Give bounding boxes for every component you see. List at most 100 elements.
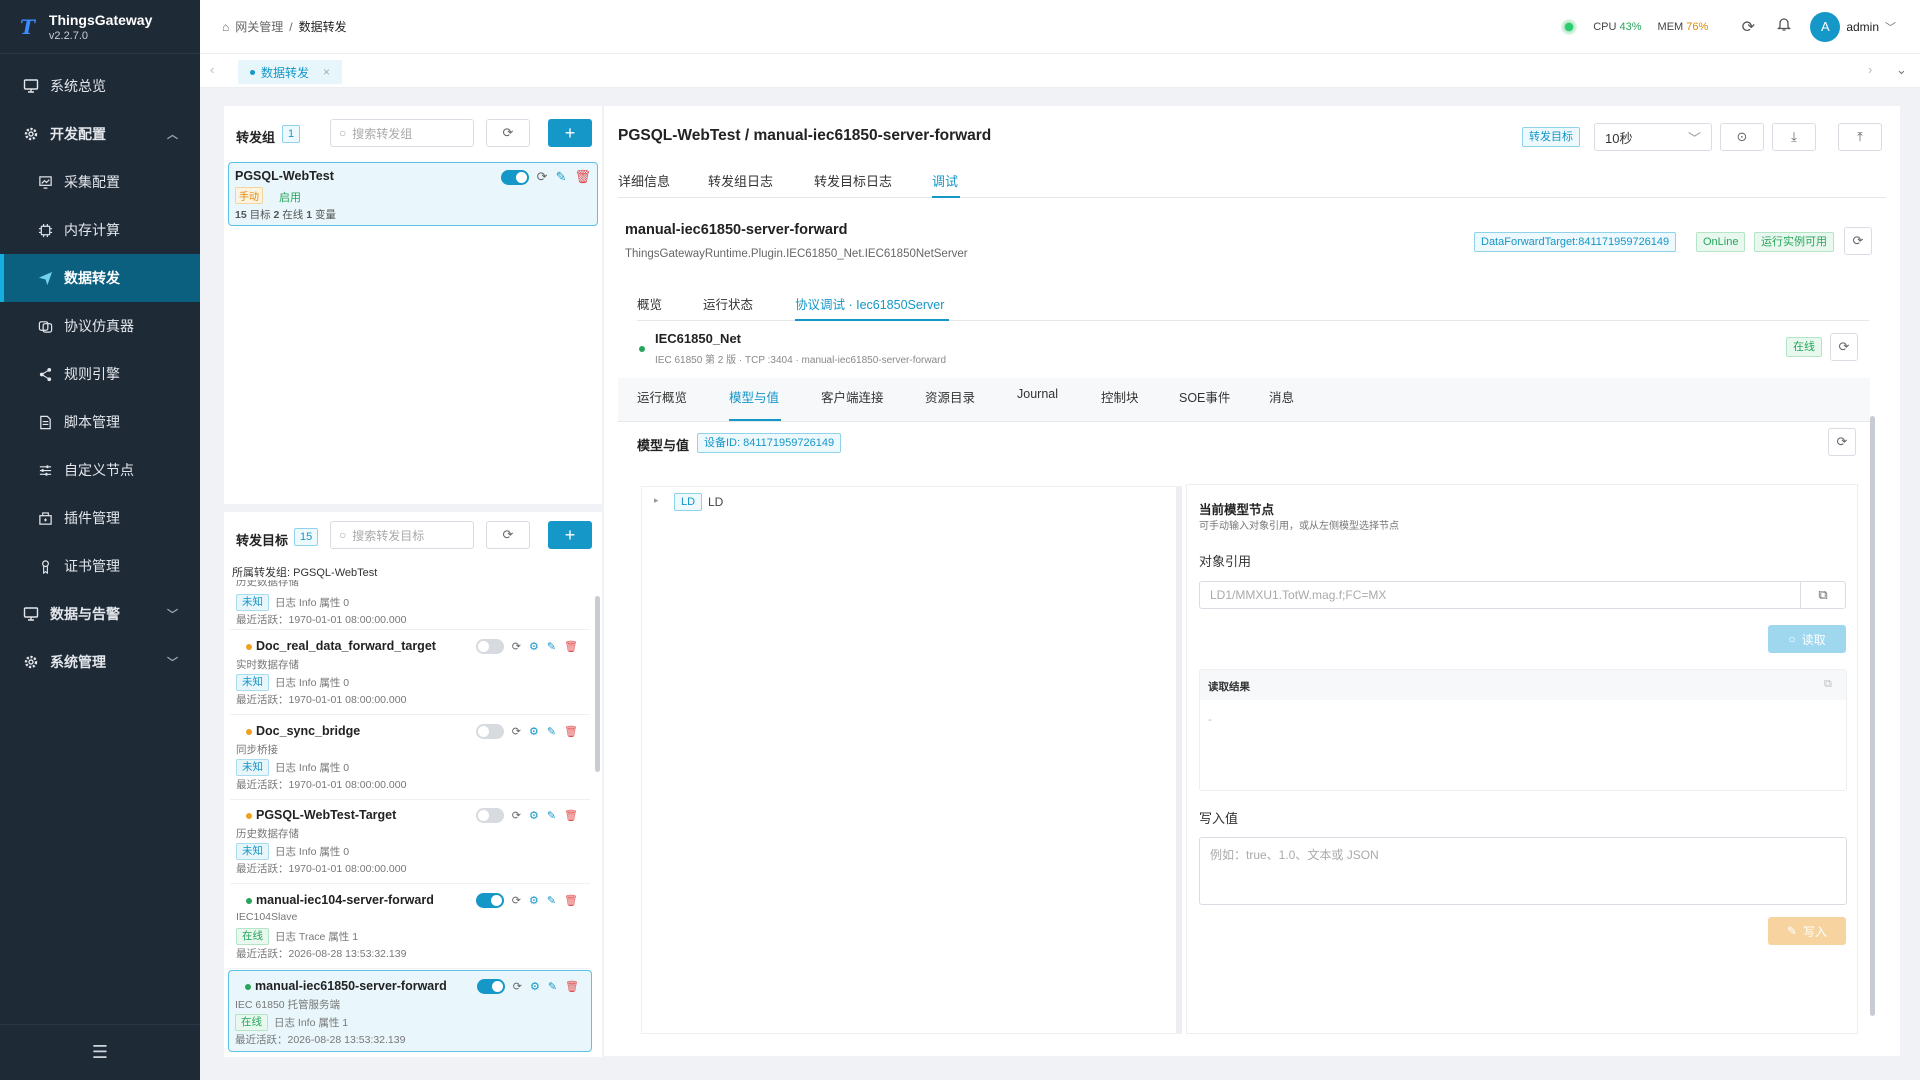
tabs-menu-icon[interactable]: ⌄ — [1896, 62, 1907, 78]
delete-icon[interactable]: 🗑 — [574, 169, 591, 185]
edit-icon[interactable]: ✎ — [548, 980, 557, 993]
refresh-icon[interactable]: ⟳ — [513, 980, 522, 993]
user-menu[interactable]: A admin ﹀ — [1810, 11, 1896, 42]
settings-icon[interactable]: ⚙ — [530, 980, 540, 993]
nav-item-data-alarm[interactable]: 数据与告警 ﹀ — [0, 590, 200, 638]
groups-refresh-button[interactable]: ⟳ — [486, 119, 530, 147]
page-tab-forward[interactable]: 数据转发 × — [238, 60, 343, 84]
proto-tab-soe[interactable]: SOE事件 — [1179, 387, 1230, 406]
nav-item-scripts[interactable]: 脚本管理 — [0, 398, 200, 446]
tabs-prev-icon[interactable]: ‹ — [210, 62, 214, 77]
proto-tab-control-blocks[interactable]: 控制块 — [1101, 387, 1139, 406]
group-card[interactable]: PGSQL-WebTest 手动 启用 15 目标 2 在线 1 变量 ⟳ ✎ … — [228, 162, 598, 226]
delete-icon[interactable]: 🗑 — [564, 894, 578, 907]
delete-icon[interactable]: 🗑 — [564, 809, 578, 822]
proto-tab-messages[interactable]: 消息 — [1269, 387, 1294, 406]
target-enable-toggle[interactable] — [475, 724, 504, 739]
write-button[interactable]: ✎ 写入 — [1768, 917, 1846, 945]
interval-select[interactable]: 10秒 ﹀ — [1594, 123, 1712, 151]
nav-item-simulator[interactable]: 协议仿真器 — [0, 302, 200, 350]
edit-icon[interactable]: ✎ — [547, 809, 556, 822]
refresh-icon[interactable]: ⟳ — [512, 894, 521, 907]
proto-tab-clients[interactable]: 客户端连接 — [821, 387, 884, 406]
stat-online: 2 — [273, 209, 280, 221]
proto-tab-journal[interactable]: Journal — [1017, 387, 1058, 401]
refresh-icon[interactable]: ⟳ — [537, 169, 548, 185]
nav-item-forward[interactable]: 数据转发 — [0, 254, 200, 302]
upload-button[interactable]: ⤒ — [1838, 123, 1882, 151]
nav-item-rules[interactable]: 规则引擎 — [0, 350, 200, 398]
proto-tab-files[interactable]: 资源目录 — [925, 387, 975, 406]
edit-icon[interactable]: ✎ — [547, 725, 556, 738]
tab-debug[interactable]: 调试 — [932, 171, 958, 190]
target-item[interactable]: manual-iec104-server-forward IEC104Slave 在… — [230, 885, 590, 969]
tab-group-log[interactable]: 转发组日志 — [708, 171, 773, 190]
edit-icon[interactable]: ✎ — [547, 894, 556, 907]
groups-search[interactable]: ○ 搜索转发组 — [330, 119, 474, 147]
ref-input[interactable]: LD1/MMXU1.TotW.mag.f;FC=MX — [1199, 581, 1801, 609]
plugin-refresh-button[interactable]: ⟳ — [1844, 227, 1872, 255]
targets-search[interactable]: ○ 搜索转发目标 — [330, 521, 474, 549]
stop-button[interactable]: ⊙ — [1720, 123, 1764, 151]
status-badge: 在线 — [236, 928, 269, 945]
nav-item-system[interactable]: 系统管理 ﹀ — [0, 638, 200, 686]
target-item-partial[interactable]: 历史数据存储 未知 日志 Info 属性 0 最近活跃：1970-01-01 0… — [230, 580, 590, 630]
tab-target-log[interactable]: 转发目标日志 — [814, 171, 892, 190]
proto-tab-overview[interactable]: 运行概览 — [637, 387, 687, 406]
targets-scrollbar[interactable] — [595, 596, 600, 772]
target-enable-toggle[interactable] — [475, 639, 504, 654]
bell-icon[interactable] — [1774, 16, 1794, 37]
nav-item-memory[interactable]: 内存计算 — [0, 206, 200, 254]
target-enable-toggle[interactable] — [475, 893, 504, 908]
nav-item-overview[interactable]: 系统总览 — [0, 62, 200, 110]
server-refresh-button[interactable]: ⟳ — [1830, 333, 1858, 361]
edit-icon[interactable]: ✎ — [556, 169, 567, 185]
settings-icon[interactable]: ⚙ — [529, 809, 539, 822]
breadcrumb-root[interactable]: 网关管理 — [235, 18, 283, 35]
write-input[interactable]: 例如：true、1.0、文本或 JSON — [1199, 837, 1847, 905]
tree-node-label[interactable]: LD — [708, 495, 723, 509]
nav-item-dev-config[interactable]: 开发配置 ︿ — [0, 110, 200, 158]
target-enable-toggle[interactable] — [475, 808, 504, 823]
close-icon[interactable]: × — [323, 65, 330, 79]
group-enable-toggle[interactable] — [500, 169, 529, 185]
settings-icon[interactable]: ⚙ — [529, 725, 539, 738]
target-item[interactable]: Doc_sync_bridge 同步桥接 未知 日志 Info 属性 0 最近活跃：19… — [230, 716, 590, 800]
delete-icon[interactable]: 🗑 — [564, 725, 578, 738]
nav-item-custom-node[interactable]: 自定义节点 — [0, 446, 200, 494]
refresh-icon[interactable]: ⟳ — [512, 809, 521, 822]
nav-item-collect[interactable]: 采集配置 — [0, 158, 200, 206]
expand-icon[interactable]: ▸ — [654, 495, 659, 506]
refresh-icon[interactable]: ⟳ — [512, 725, 521, 738]
download-button[interactable]: ⤓ — [1772, 123, 1816, 151]
refresh-icon[interactable]: ⟳ — [1738, 17, 1758, 37]
settings-icon[interactable]: ⚙ — [529, 640, 539, 653]
copy-icon[interactable]: ⧉ — [1824, 678, 1832, 691]
delete-icon[interactable]: 🗑 — [564, 640, 578, 653]
model-refresh-button[interactable]: ⟳ — [1828, 428, 1856, 456]
proto-tab-model[interactable]: 模型与值 — [729, 387, 779, 406]
nav-item-plugins[interactable]: 插件管理 — [0, 494, 200, 542]
sidebar: T ThingsGateway v2.2.7.0 系统总览 开发配置 ︿ 采集配… — [0, 0, 200, 1080]
target-item[interactable]: Doc_real_data_forward_target 实时数据存储 未知 日志 I… — [230, 631, 590, 715]
right-scrollbar[interactable] — [1870, 416, 1875, 1016]
copy-ref-button[interactable]: ⧉ — [1800, 581, 1846, 609]
target-item[interactable]: PGSQL-WebTest-Target 历史数据存储 未知 日志 Info 属性 0… — [230, 800, 590, 884]
collapse-menu-button[interactable]: ☰ — [0, 1024, 200, 1080]
settings-icon[interactable]: ⚙ — [529, 894, 539, 907]
subtab-runtime[interactable]: 运行状态 — [703, 294, 753, 313]
add-target-button[interactable]: + — [548, 521, 592, 549]
subtab-overview[interactable]: 概览 — [637, 294, 662, 313]
targets-refresh-button[interactable]: ⟳ — [486, 521, 530, 549]
add-group-button[interactable]: + — [548, 119, 592, 147]
edit-icon[interactable]: ✎ — [547, 640, 556, 653]
target-enable-toggle[interactable] — [476, 979, 505, 994]
read-button[interactable]: ○ 读取 — [1768, 625, 1846, 653]
subtab-protocol-debug[interactable]: 协议调试 · Iec61850Server — [795, 294, 944, 313]
target-item[interactable]: manual-iec61850-server-forward IEC 61850 … — [228, 970, 592, 1052]
delete-icon[interactable]: 🗑 — [565, 980, 579, 993]
tab-details[interactable]: 详细信息 — [618, 171, 670, 190]
tabs-next-icon[interactable]: › — [1868, 62, 1872, 77]
refresh-icon[interactable]: ⟳ — [512, 640, 521, 653]
nav-item-certificates[interactable]: 证书管理 — [0, 542, 200, 590]
